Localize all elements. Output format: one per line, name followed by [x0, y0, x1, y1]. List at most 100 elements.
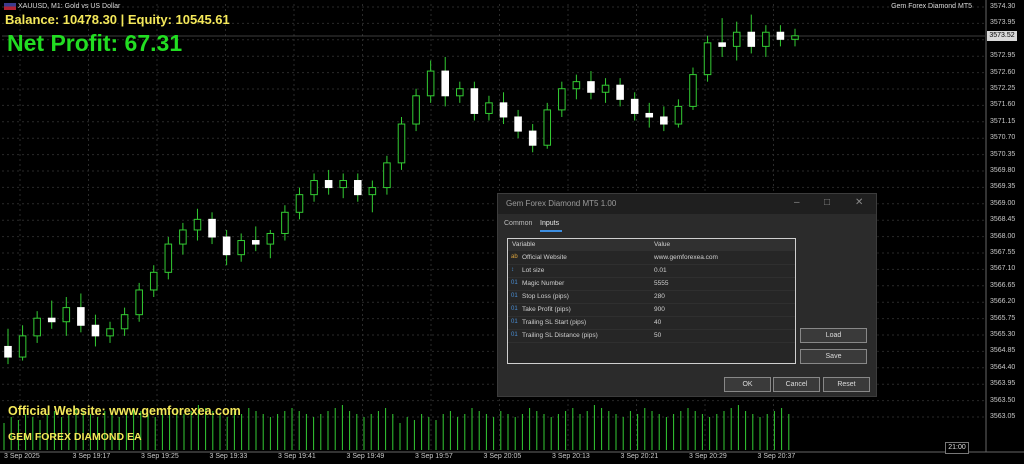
string-type-icon: ab	[511, 254, 518, 260]
table-row[interactable]: ↕ Lot size 0.01	[508, 264, 795, 278]
table-row[interactable]: 01 Magic Number 5555	[508, 277, 795, 291]
candle-down	[776, 31, 785, 40]
time-tick-label: 3 Sep 2025	[4, 453, 40, 460]
row-value[interactable]: 900	[654, 306, 665, 313]
time-tick-label: 3 Sep 19:33	[209, 453, 248, 460]
website-label: Official Website: www.gemforexea.com	[8, 404, 241, 418]
save-button[interactable]: Save	[800, 349, 867, 364]
time-tick-label: 3 Sep 20:29	[689, 453, 727, 460]
candle-up	[543, 109, 552, 146]
candle-up	[412, 95, 420, 125]
price-tick-label: 3572.95	[990, 52, 1016, 60]
candle-down	[718, 42, 726, 47]
row-value[interactable]: 0.01	[654, 267, 667, 274]
candle-down	[208, 218, 216, 238]
inputs-table: Variable Value ab Official Website www.gem…	[507, 238, 796, 364]
table-row[interactable]: ab Official Website www.gemforexea.com	[508, 251, 795, 265]
price-tick-label: 3566.20	[990, 298, 1016, 306]
column-header-variable[interactable]: Variable	[512, 241, 535, 248]
price-tick-label: 3565.30	[990, 331, 1016, 338]
price-tick-label: 3569.00	[990, 199, 1016, 207]
price-tick-label: 3572.60	[990, 68, 1016, 76]
row-value[interactable]: 50	[654, 332, 661, 339]
row-value[interactable]: 5555	[654, 280, 668, 287]
row-variable: Trailing SL Start (pips)	[522, 319, 587, 326]
integer-type-icon: 01	[511, 306, 518, 312]
candle-up	[164, 243, 173, 273]
candle-down	[499, 102, 508, 118]
us-flag-icon	[4, 3, 16, 10]
row-value[interactable]: 280	[654, 293, 665, 300]
ea-settings-dialog: Gem Forex Diamond MT5 1.00 – □ ✕ Common …	[497, 193, 877, 397]
dialog-titlebar[interactable]: Gem Forex Diamond MT5 1.00 – □ ✕	[498, 194, 876, 214]
candle-down	[747, 31, 756, 47]
candle-down	[587, 81, 595, 93]
time-tick-label: 3 Sep 19:41	[278, 453, 316, 460]
candle-up	[310, 180, 318, 196]
candle-down	[47, 317, 56, 323]
candle-up	[120, 314, 129, 330]
price-tick-label: 3568.45	[990, 216, 1016, 224]
load-button[interactable]: Load	[800, 328, 867, 343]
candle-down	[91, 324, 100, 337]
candle-up	[18, 335, 27, 358]
table-row[interactable]: 01 Trailing SL Distance (pips) 50	[508, 329, 795, 343]
price-tick-label: 3574.30	[990, 3, 1016, 10]
candle-up	[266, 232, 275, 245]
integer-type-icon: 01	[511, 332, 518, 338]
table-row[interactable]: 01 Stop Loss (pips) 280	[508, 290, 795, 304]
cancel-button[interactable]: Cancel	[773, 377, 820, 392]
integer-type-icon: 01	[511, 319, 518, 325]
reset-button[interactable]: Reset	[823, 377, 870, 392]
table-row[interactable]: 01 Take Profit (pips) 900	[508, 303, 795, 317]
price-tick-label: 3573.95	[990, 19, 1016, 27]
candle-down	[353, 180, 362, 196]
candle-up	[135, 289, 143, 316]
candle-up	[762, 31, 770, 47]
candle-down	[616, 84, 624, 100]
price-tick-label: 3566.65	[990, 281, 1016, 289]
ok-button[interactable]: OK	[724, 377, 771, 392]
candle-up	[485, 102, 493, 114]
candle-up	[33, 317, 41, 337]
time-tick-label: 3 Sep 20:13	[552, 453, 590, 460]
price-tick-label: 3569.35	[990, 183, 1016, 191]
candle-up	[368, 187, 377, 196]
candle-up	[689, 74, 697, 107]
price-tick-label: 3570.35	[990, 150, 1016, 158]
time-tick-label: 3 Sep 19:25	[141, 453, 179, 460]
time-tick-label: 3 Sep 20:37	[757, 453, 796, 460]
ea-title-label: GEM FOREX DIAMOND EA	[8, 431, 142, 443]
price-tick-label: 3571.15	[990, 117, 1016, 125]
integer-type-icon: 01	[511, 293, 518, 299]
candle-down	[630, 98, 639, 114]
row-variable: Stop Loss (pips)	[522, 293, 569, 300]
maximize-icon[interactable]: □	[824, 198, 830, 208]
minimize-icon[interactable]: –	[794, 198, 800, 208]
time-tick-label: 3 Sep 20:05	[483, 453, 522, 460]
double-type-icon: ↕	[511, 267, 514, 273]
close-icon[interactable]: ✕	[855, 198, 863, 208]
price-tick-label: 3567.10	[990, 265, 1016, 273]
candle-up	[281, 211, 289, 234]
tab-common[interactable]: Common	[504, 220, 532, 227]
table-row[interactable]: 01 Trailing SL Start (pips) 40	[508, 316, 795, 330]
price-tick-label: 3565.75	[990, 314, 1016, 322]
candle-up	[674, 105, 683, 125]
candle-up	[295, 194, 304, 213]
candle-up	[339, 180, 347, 189]
row-variable: Trailing SL Distance (pips)	[522, 332, 598, 339]
candle-up	[383, 162, 391, 189]
row-variable: Take Profit (pips)	[522, 306, 571, 313]
price-tick-label: 3564.85	[990, 347, 1016, 355]
row-value[interactable]: www.gemforexea.com	[654, 254, 718, 261]
tab-inputs[interactable]: Inputs	[540, 220, 559, 227]
price-tick-label: 3571.60	[990, 101, 1016, 109]
row-value[interactable]: 40	[654, 319, 661, 326]
candle-down	[660, 116, 668, 125]
candle-up	[703, 42, 712, 76]
symbol-label: XAUUSD, M1: Gold vs US Dollar	[18, 3, 121, 10]
candle-up	[179, 229, 187, 245]
price-tick-label: 3563.05	[990, 413, 1016, 420]
column-header-value[interactable]: Value	[654, 241, 670, 248]
